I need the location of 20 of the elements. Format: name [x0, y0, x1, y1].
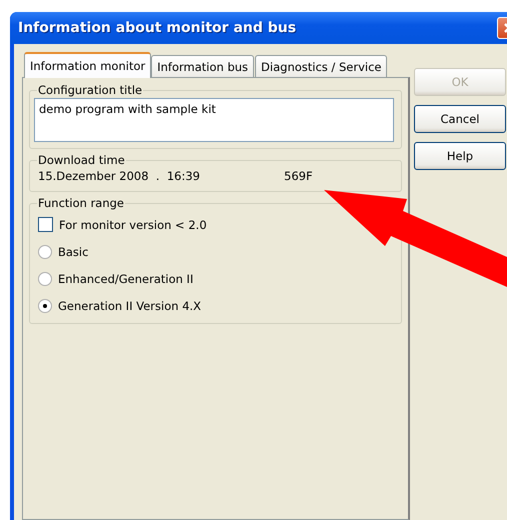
- option-label: Enhanced/Generation II: [58, 272, 194, 286]
- group-label: Function range: [37, 196, 126, 210]
- group-label: Configuration title: [37, 83, 144, 97]
- checkbox[interactable]: [38, 217, 53, 232]
- tab[interactable]: Information monitor: [24, 52, 152, 78]
- title-field[interactable]: demo program with sample kit: [34, 98, 394, 142]
- download-date: 15.Dezember 2008 . 16:39: [38, 169, 201, 183]
- tab[interactable]: Diagnostics / Service: [255, 55, 388, 77]
- radio-button[interactable]: [38, 272, 52, 286]
- option-label: Generation II Version 4.X: [58, 298, 202, 312]
- dialog-button[interactable]: Help: [414, 142, 506, 170]
- option-label: Basic: [58, 244, 88, 258]
- option-label: For monitor version < 2.0: [59, 218, 207, 232]
- radio-button[interactable]: [38, 298, 52, 312]
- tab[interactable]: Information bus: [151, 55, 254, 77]
- window-title: Information about monitor and bus: [18, 20, 296, 36]
- group-label: Download time: [37, 153, 126, 167]
- dialog-button[interactable]: Cancel: [414, 105, 506, 133]
- radio-button[interactable]: [38, 244, 52, 258]
- checksum-code: 569F: [284, 169, 313, 183]
